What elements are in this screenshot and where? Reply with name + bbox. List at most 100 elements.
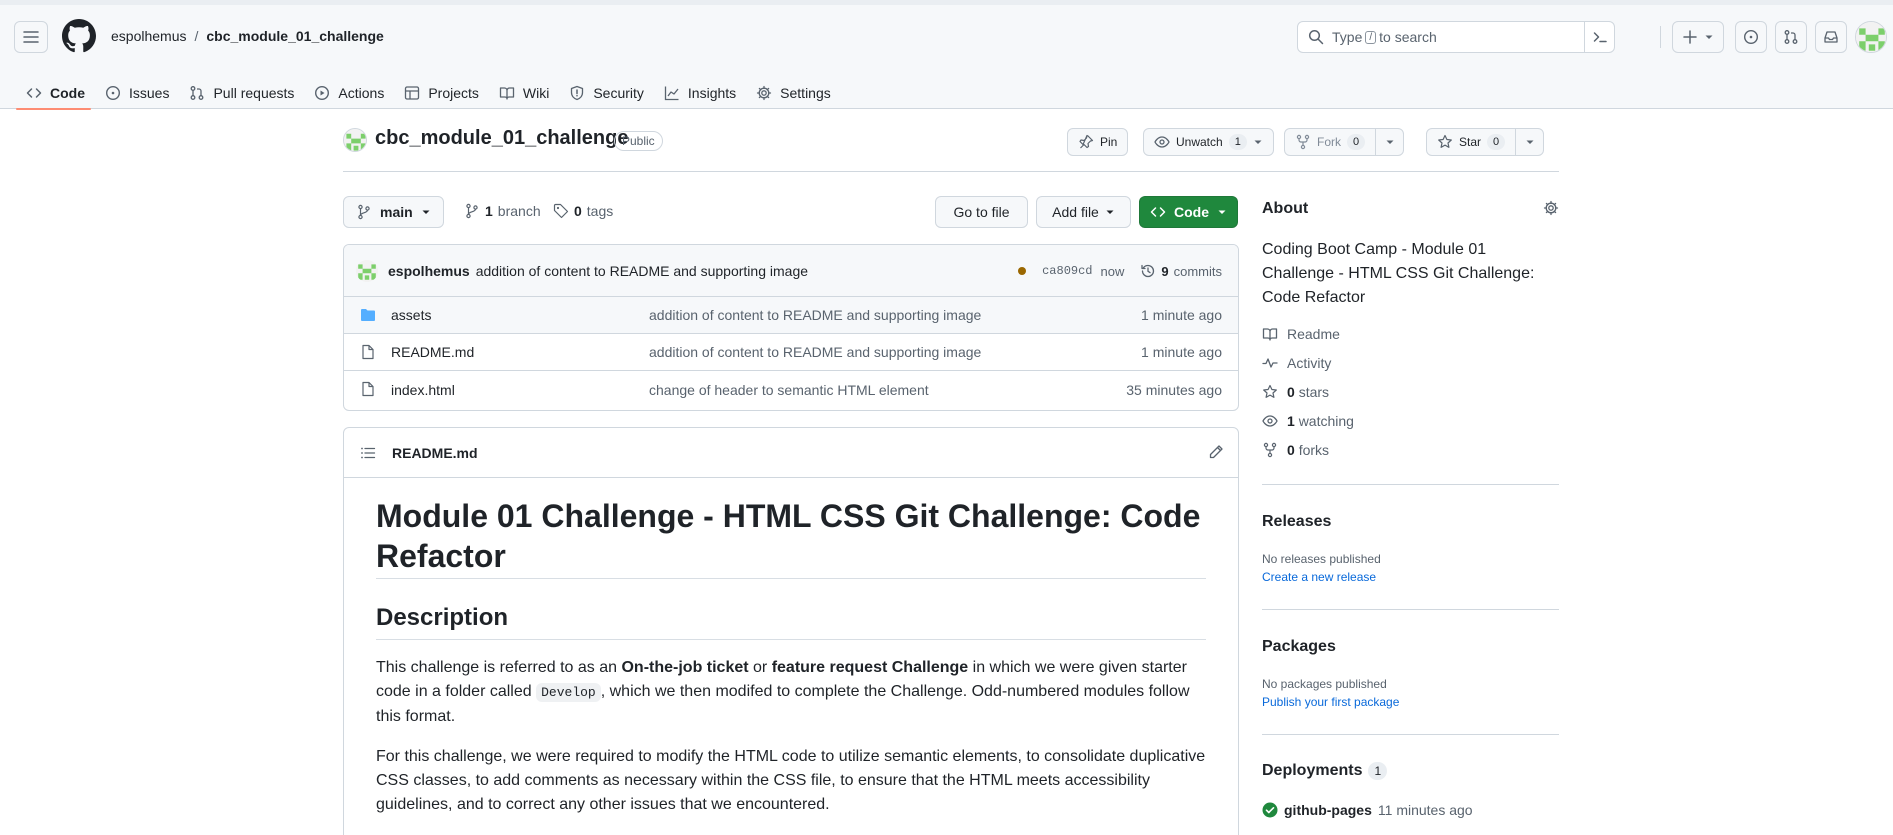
pencil-icon[interactable] [1208, 444, 1224, 460]
repo-header: cbc_module_01_challenge Public Pin Unwat… [343, 127, 1559, 172]
star-dropdown[interactable] [1515, 129, 1543, 155]
create-new-button[interactable] [1672, 21, 1724, 53]
file-row[interactable]: README.md addition of content to README … [344, 334, 1238, 371]
status-dot[interactable] [1018, 267, 1027, 275]
branch-icon [356, 204, 372, 220]
stars-count: 0 [1287, 384, 1295, 400]
search-input[interactable]: Type / to search [1297, 21, 1615, 53]
file-commit-message[interactable]: addition of content to README and suppor… [649, 307, 981, 323]
releases-heading[interactable]: Releases [1262, 513, 1331, 531]
deployment-item[interactable]: github-pages 11 minutes ago [1262, 802, 1473, 818]
tab-label: Insights [687, 84, 737, 101]
commit-count: 9 [1161, 263, 1169, 279]
tab-projects[interactable]: Projects [394, 68, 489, 109]
add-file-button[interactable]: Add file [1036, 196, 1131, 228]
issue-icon [105, 85, 121, 101]
pin-icon [1078, 134, 1094, 150]
commits-link[interactable]: 9 commits [1140, 263, 1222, 279]
readme-paragraph: For this challenge, we were required to … [376, 748, 1206, 813]
stars-link[interactable]: 0 stars [1262, 384, 1329, 400]
commit-time: now [1100, 263, 1125, 279]
fork-dropdown[interactable] [1375, 129, 1403, 155]
eye-icon [1262, 413, 1278, 429]
graph-icon [664, 85, 680, 101]
file-row[interactable]: assets addition of content to README and… [344, 297, 1238, 334]
inbox-icon [1823, 29, 1839, 45]
about-description: Coding Boot Camp - Module 01 Challenge -… [1262, 241, 1535, 306]
fork-label: Fork [1317, 135, 1341, 149]
your-issues-button[interactable] [1735, 21, 1767, 53]
tab-security[interactable]: Security [559, 68, 654, 109]
file-name[interactable]: assets [391, 307, 431, 323]
file-commit-message[interactable]: change of header to semantic HTML elemen… [649, 382, 929, 398]
tab-settings[interactable]: Settings [746, 68, 841, 109]
packages-heading[interactable]: Packages [1262, 638, 1336, 656]
readme-title: Module 01 Challenge - HTML CSS Git Chall… [376, 496, 1206, 579]
eye-icon [1154, 134, 1170, 150]
notifications-button[interactable] [1815, 21, 1847, 53]
tab-label: Issues [129, 84, 170, 101]
your-pull-requests-button[interactable] [1775, 21, 1807, 53]
star-button[interactable]: Star 0 [1426, 128, 1545, 156]
commit-author[interactable]: espolhemus [388, 263, 470, 279]
commit-author-avatar[interactable] [356, 259, 378, 282]
book-icon [1262, 326, 1278, 342]
file-commit-message[interactable]: addition of content to README and suppor… [649, 344, 981, 360]
fork-icon [1295, 134, 1311, 150]
chevron-down-icon [1525, 137, 1535, 147]
pin-button[interactable]: Pin [1067, 128, 1129, 156]
tags-link[interactable]: 0 tags [553, 203, 613, 219]
go-to-file-button[interactable]: Go to file [935, 196, 1028, 228]
tab-actions[interactable]: Actions [304, 68, 394, 109]
github-logo-icon[interactable] [62, 19, 96, 53]
gear-icon[interactable] [1543, 200, 1559, 216]
file-name[interactable]: index.html [391, 382, 455, 398]
publish-package-link[interactable]: Publish your first package [1262, 695, 1399, 709]
deployment-env: github-pages [1284, 802, 1372, 818]
command-palette-button[interactable] [1584, 22, 1614, 52]
terminal-icon [1592, 29, 1608, 45]
commit-message[interactable]: addition of content to README and suppor… [476, 263, 808, 279]
tag-count-label: tags [586, 203, 614, 219]
user-avatar[interactable] [1855, 21, 1887, 53]
repo-tabs: Code Issues Pull requests Actions Projec… [16, 68, 841, 110]
watch-counter: 1 [1228, 134, 1247, 150]
history-icon [1140, 263, 1156, 279]
menu-button[interactable] [14, 21, 48, 53]
tab-insights[interactable]: Insights [654, 68, 746, 109]
list-icon[interactable] [360, 445, 376, 461]
branch-icon [464, 203, 480, 219]
tab-issues[interactable]: Issues [95, 68, 179, 109]
readme-header: README.md [344, 428, 1238, 478]
branch-selector[interactable]: main [343, 196, 444, 228]
forks-link[interactable]: 0 forks [1262, 442, 1329, 458]
watching-link[interactable]: 1 watching [1262, 413, 1354, 429]
branches-link[interactable]: 1 branch [464, 203, 541, 219]
deployments-heading[interactable]: Deployments 1 [1262, 762, 1388, 780]
commit-sha[interactable]: ca809cd [1042, 264, 1092, 278]
tab-wiki[interactable]: Wiki [489, 68, 559, 109]
releases-empty-text: No releases published [1262, 552, 1381, 566]
readme-link-label: Readme [1287, 326, 1340, 342]
breadcrumb-repo[interactable]: cbc_module_01_challenge [206, 28, 383, 44]
file-name[interactable]: README.md [391, 344, 474, 360]
create-release-link[interactable]: Create a new release [1262, 570, 1376, 584]
chevron-down-icon [1385, 137, 1395, 147]
file-row[interactable]: index.html change of header to semantic … [344, 371, 1238, 408]
repo-owner-avatar[interactable] [343, 128, 367, 152]
code-label: Code [1174, 204, 1209, 220]
breadcrumb-owner[interactable]: espolhemus [111, 28, 187, 44]
fork-button[interactable]: Fork 0 [1284, 128, 1405, 156]
readme-link[interactable]: Readme [1262, 326, 1340, 342]
repo-title[interactable]: cbc_module_01_challenge [375, 127, 628, 150]
tab-label: Security [593, 84, 644, 101]
activity-link[interactable]: Activity [1262, 355, 1331, 371]
file-icon [360, 381, 376, 397]
shield-icon [569, 85, 585, 101]
tab-code[interactable]: Code [16, 68, 95, 110]
readme-filename[interactable]: README.md [392, 445, 478, 461]
unwatch-button[interactable]: Unwatch 1 [1143, 128, 1274, 156]
chevron-down-icon [1217, 207, 1227, 217]
code-button[interactable]: Code [1139, 196, 1238, 228]
tab-pull-requests[interactable]: Pull requests [179, 68, 304, 109]
